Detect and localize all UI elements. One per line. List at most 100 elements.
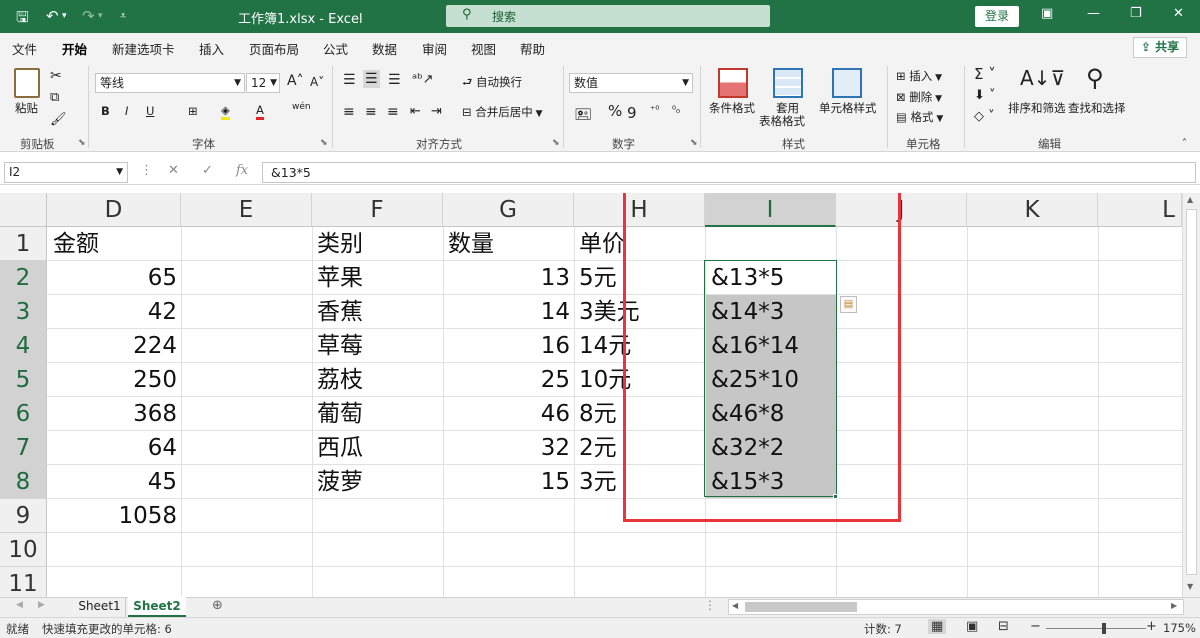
normal-view-icon[interactable]: ▦ — [928, 619, 947, 634]
tab-review[interactable]: 审阅 — [422, 39, 447, 58]
column-header-K[interactable]: K — [967, 193, 1098, 227]
cell-G4[interactable]: 16 — [443, 330, 570, 363]
tab-page-layout[interactable]: 页面布局 — [249, 39, 299, 58]
number-launcher-icon[interactable]: ⬊ — [690, 138, 698, 148]
cell-D3[interactable]: 42 — [47, 296, 177, 329]
cell-styles-button[interactable]: 单元格样式 — [819, 100, 877, 116]
cell-D2[interactable]: 65 — [47, 262, 177, 295]
scroll-thumb[interactable] — [745, 602, 857, 612]
increase-indent-icon[interactable]: ⇥ — [431, 104, 442, 119]
paste-icon[interactable] — [14, 68, 40, 98]
more-options-icon[interactable]: ⋮ — [704, 598, 716, 612]
align-right-icon[interactable]: ≡ — [387, 104, 399, 120]
share-button[interactable]: ⇪ 共享 — [1133, 37, 1187, 58]
format-painter-icon[interactable]: 🖌 — [50, 112, 67, 127]
decrease-indent-icon[interactable]: ⇤ — [410, 104, 421, 119]
tab-formulas[interactable]: 公式 — [323, 39, 348, 58]
cell-H7[interactable]: 2元 — [579, 432, 617, 465]
cell-G2[interactable]: 13 — [443, 262, 570, 295]
fill-color-icon[interactable]: ◈ — [221, 103, 230, 120]
column-header-F[interactable]: F — [312, 193, 443, 227]
customize-toolbar-icon[interactable]: ⩡ — [120, 9, 126, 23]
cell-F8[interactable]: 菠萝 — [317, 466, 363, 499]
undo-icon[interactable]: ↶ — [46, 7, 59, 25]
column-header-L[interactable]: L — [1098, 193, 1182, 227]
conditional-format-button[interactable]: 条件格式 — [709, 100, 755, 116]
font-family-select[interactable]: 等线 ▼ — [95, 73, 245, 93]
increase-decimal-icon[interactable]: ⁺⁰ — [650, 105, 659, 116]
cell-F2[interactable]: 苹果 — [317, 262, 363, 295]
align-left-icon[interactable]: ≡ — [343, 104, 355, 120]
tab-insert[interactable]: 插入 — [199, 39, 224, 58]
cell-D7[interactable]: 64 — [47, 432, 177, 465]
conditional-format-icon[interactable] — [718, 68, 748, 98]
table-format-button[interactable]: 表格格式 — [759, 113, 805, 129]
find-select-icon[interactable]: ⚲ — [1086, 64, 1104, 92]
search-input[interactable]: ⚲ 搜索 — [446, 5, 770, 27]
row-header-5[interactable]: 5 — [0, 363, 47, 397]
find-select-button[interactable]: 查找和选择 — [1068, 100, 1126, 116]
percent-icon[interactable]: % — [608, 102, 622, 120]
increase-font-icon[interactable]: A˄ — [287, 73, 304, 89]
orientation-icon[interactable]: ᵃᵇ↗ — [412, 72, 434, 87]
enter-icon[interactable]: ✓ — [202, 163, 213, 178]
sheet-tab-sheet1[interactable]: Sheet1 — [74, 597, 126, 617]
table-format-icon[interactable] — [773, 68, 803, 98]
sort-filter-icon[interactable]: A↓⊽ — [1020, 66, 1065, 90]
zoom-slider[interactable] — [1046, 628, 1146, 629]
fill-icon[interactable]: ⬇ ˅ — [974, 88, 996, 103]
zoom-slider-thumb[interactable] — [1102, 623, 1106, 634]
align-top-icon[interactable]: ☰ — [343, 72, 356, 88]
formula-input[interactable]: &13*5 — [262, 162, 1196, 183]
font-color-icon[interactable]: A — [256, 103, 264, 120]
cell-G5[interactable]: 25 — [443, 364, 570, 397]
cell-H2[interactable]: 5元 — [579, 262, 617, 295]
comma-icon[interactable]: 9 — [627, 104, 637, 122]
italic-icon[interactable]: I — [125, 104, 128, 118]
align-middle-icon[interactable]: ☰ — [363, 70, 380, 88]
cell-D4[interactable]: 224 — [47, 330, 177, 363]
decrease-font-icon[interactable]: A˅ — [310, 75, 324, 89]
cell-G8[interactable]: 15 — [443, 466, 570, 499]
undo-dropdown-icon[interactable]: ▾ — [62, 11, 67, 21]
scroll-up-icon[interactable]: ▲ — [1187, 195, 1193, 204]
row-header-9[interactable]: 9 — [0, 499, 47, 533]
column-header-E[interactable]: E — [181, 193, 312, 227]
tab-help[interactable]: 帮助 — [520, 39, 545, 58]
row-header-10[interactable]: 10 — [0, 533, 47, 567]
cell-F7[interactable]: 西瓜 — [317, 432, 363, 465]
tab-home[interactable]: 开始 — [62, 39, 88, 64]
row-header-1[interactable]: 1 — [0, 227, 47, 261]
phonetic-icon[interactable]: wén — [292, 102, 311, 112]
currency-icon[interactable]: 🖭 — [575, 104, 591, 128]
underline-icon[interactable]: U — [146, 104, 154, 118]
row-header-2[interactable]: 2 — [0, 261, 47, 295]
zoom-out-icon[interactable]: − — [1030, 619, 1041, 634]
redo-dropdown-icon[interactable]: ▾ — [98, 11, 103, 21]
cell-F5[interactable]: 荔枝 — [317, 364, 363, 397]
collapse-ribbon-icon[interactable]: ˄ — [1182, 138, 1187, 149]
tab-new[interactable]: 新建选项卡 — [112, 39, 175, 58]
row-header-8[interactable]: 8 — [0, 465, 47, 499]
alignment-launcher-icon[interactable]: ⬊ — [552, 138, 560, 148]
cell-G6[interactable]: 46 — [443, 398, 570, 431]
zoom-level[interactable]: 175% — [1163, 621, 1196, 635]
tab-file[interactable]: 文件 — [12, 39, 37, 58]
cell-F6[interactable]: 葡萄 — [317, 398, 363, 431]
name-box[interactable]: I2 ▼ — [4, 162, 128, 183]
cell-D9[interactable]: 1058 — [47, 500, 177, 533]
merge-center-button[interactable]: ⊟ 合并后居中 ▼ — [462, 104, 543, 120]
row-header-7[interactable]: 7 — [0, 431, 47, 465]
delete-cells-button[interactable]: ⊠ 删除 ▼ — [896, 89, 942, 105]
tab-data[interactable]: 数据 — [372, 39, 397, 58]
paste-button[interactable]: 粘贴 — [15, 100, 38, 116]
cell-D8[interactable]: 45 — [47, 466, 177, 499]
row-header-3[interactable]: 3 — [0, 295, 47, 329]
bold-icon[interactable]: B — [101, 104, 110, 118]
restore-icon[interactable]: ❐ — [1130, 6, 1142, 21]
cut-icon[interactable]: ✂ — [50, 68, 62, 84]
page-break-view-icon[interactable]: ⊟ — [998, 619, 1009, 634]
cell-F3[interactable]: 香蕉 — [317, 296, 363, 329]
tab-view[interactable]: 视图 — [471, 39, 496, 58]
cell-G3[interactable]: 14 — [443, 296, 570, 329]
